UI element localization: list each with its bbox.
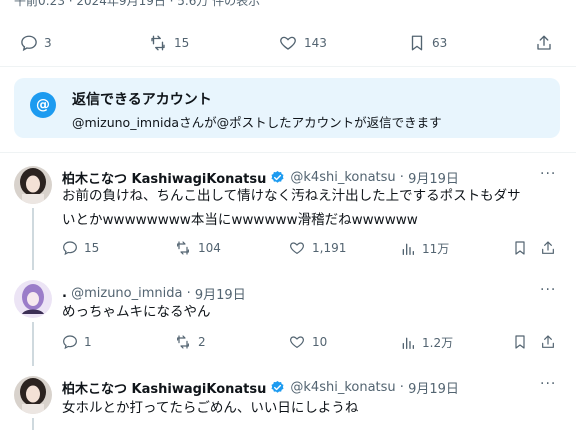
reply-restriction-description: @mizuno_imnidaさんが@ポストしたアカウントが返信できます (72, 115, 442, 130)
like-count: 1,191 (312, 241, 347, 255)
share-icon (540, 334, 556, 350)
divider (0, 66, 576, 67)
reply-icon (20, 34, 38, 52)
bookmark-button[interactable] (512, 334, 528, 350)
like-count: 10 (312, 335, 328, 349)
more-options-icon[interactable]: ··· (540, 282, 556, 298)
reply-text: お前の負けね、ちんこ出して情けなく汚ねえ汁出した上でするポストもダサ いとかww… (62, 184, 521, 232)
reply-header: 柏木こなつ KashiwagiKonatsu @k4shi_konatsu · … (62, 378, 459, 397)
more-options-icon[interactable]: ··· (540, 166, 556, 182)
reply-icon (62, 334, 78, 350)
repost-count: 104 (198, 241, 221, 255)
more-options-icon[interactable]: ··· (540, 376, 556, 392)
reply-button[interactable]: 15 (62, 240, 99, 256)
thread-line (32, 418, 34, 430)
verified-badge-icon (270, 380, 285, 395)
views-button[interactable]: 11万 (400, 240, 449, 257)
repost-count: 15 (174, 36, 190, 50)
reply-count: 15 (84, 241, 100, 255)
heart-icon (288, 240, 306, 256)
handle[interactable]: @k4shi_konatsu (290, 380, 395, 395)
views-count: 1.2万 (422, 336, 454, 350)
separator-dot: · (395, 380, 409, 395)
bookmark-icon (512, 240, 528, 256)
reply-text-line: 女ホルとか打ってたらごめん、いい日にしようね (62, 400, 359, 416)
thread-line (32, 322, 34, 366)
views-button[interactable]: 1.2万 (400, 334, 453, 351)
reply-text: 女ホルとか打ってたらごめん、いい日にしようね (62, 396, 358, 420)
bookmark-button[interactable] (512, 240, 528, 256)
handle[interactable]: @k4shi_konatsu (290, 170, 395, 185)
reply-button[interactable]: 1 (62, 334, 92, 350)
repost-icon (174, 240, 192, 256)
reply-restriction-card: @ 返信できるアカウント @mizuno_imnidaさんが@ポストしたアカウン… (14, 78, 560, 138)
reply-text: めっちゃムキになるやん (62, 300, 211, 324)
verified-badge-icon (270, 170, 285, 185)
bookmark-button[interactable]: 63 (408, 34, 447, 52)
handle[interactable]: @mizuno_imnida (71, 286, 182, 301)
heart-icon (278, 34, 298, 52)
reply-action-bar: 15 104 1,191 11万 (62, 240, 558, 260)
share-button[interactable] (540, 334, 556, 350)
divider (0, 152, 576, 153)
views-chart-icon (400, 241, 416, 257)
bookmark-count: 63 (432, 36, 448, 50)
share-icon (535, 34, 553, 52)
reply-text-line: お前の負けね、ちんこ出して情けなく汚ねえ汁出した上でするポストもダサ (62, 188, 521, 204)
repost-button[interactable]: 15 (148, 34, 189, 52)
reply-text-line: いとかwwwwwwww本当にwwwwww滑稽だねwwwwww (62, 212, 418, 228)
repost-count: 2 (198, 335, 206, 349)
thread-line (32, 208, 34, 270)
post-meta-line: 午前0:23 · 2024年9月19日 · 5.6万 件の表示 (14, 0, 261, 8)
reply-action-bar: 1 2 10 1.2万 (62, 334, 558, 354)
reply-icon (62, 240, 78, 256)
main-post-action-bar: 3 15 143 63 (0, 28, 576, 58)
bookmark-icon (408, 34, 426, 52)
reply-button[interactable]: 3 (20, 34, 52, 52)
avatar[interactable] (14, 280, 52, 318)
repost-icon (148, 34, 168, 52)
mention-icon: @ (30, 92, 56, 118)
like-button[interactable]: 10 (288, 334, 327, 350)
repost-icon (174, 334, 192, 350)
separator-dot: · (395, 170, 409, 185)
reply-count: 3 (44, 36, 52, 50)
like-button[interactable]: 143 (278, 34, 327, 52)
views-count: 11万 (422, 242, 450, 256)
display-name[interactable]: 柏木こなつ KashiwagiKonatsu (62, 378, 266, 397)
separator-dot: · (182, 286, 195, 301)
share-button[interactable] (540, 240, 556, 256)
repost-button[interactable]: 2 (174, 334, 206, 350)
avatar[interactable] (14, 166, 52, 204)
repost-button[interactable]: 104 (174, 240, 221, 256)
like-button[interactable]: 1,191 (288, 240, 346, 256)
post-date[interactable]: 9月19日 (408, 378, 459, 397)
share-button[interactable] (535, 34, 553, 52)
avatar[interactable] (14, 376, 52, 414)
heart-icon (288, 334, 306, 350)
reply-text-line: めっちゃムキになるやん (62, 304, 211, 320)
bookmark-icon (512, 334, 528, 350)
views-chart-icon (400, 335, 416, 351)
share-icon (540, 240, 556, 256)
like-count: 143 (304, 36, 327, 50)
reply-restriction-title: 返信できるアカウント (72, 92, 212, 108)
reply-count: 1 (84, 335, 92, 349)
